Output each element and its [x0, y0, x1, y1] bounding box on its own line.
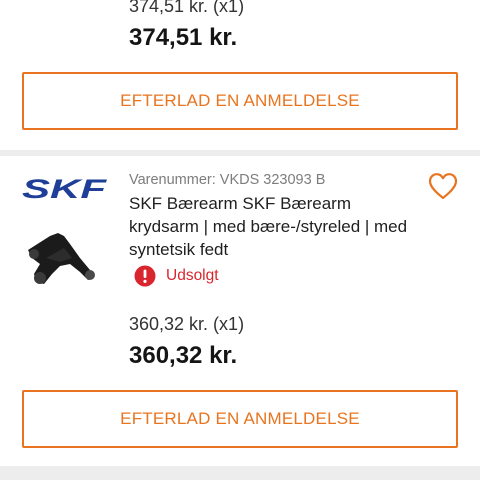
stock-status: Udsolgt [166, 267, 219, 284]
product-title[interactable]: SKF Bærearm SKF Bærearm krydsarm | med b… [129, 192, 419, 261]
unit-price-quantity: 374,51 kr. (x1) [129, 0, 245, 16]
leave-review-button[interactable]: EFTERLAD EN ANMELDELSE [22, 72, 458, 130]
total-price: 360,32 kr. [129, 342, 238, 369]
unit-price-quantity: 360,32 kr. (x1) [129, 314, 245, 334]
card-separator [0, 466, 480, 480]
order-item-card: SKF Varenummer: VKDS 323093 B SKF Bærear… [0, 156, 480, 466]
leave-review-button[interactable]: EFTERLAD EN ANMELDELSE [22, 390, 458, 448]
product-sku: Varenummer: VKDS 323093 B [129, 172, 326, 188]
product-image[interactable] [24, 228, 100, 288]
order-item-card: 374,51 kr. (x1) 374,51 kr. EFTERLAD EN A… [0, 0, 480, 150]
brand-logo: SKF [22, 174, 108, 202]
total-price: 374,51 kr. [129, 24, 238, 51]
exclamation-circle-icon [134, 265, 156, 287]
brand-logo-text: SKF [22, 174, 108, 202]
heart-outline-icon[interactable] [428, 172, 458, 200]
